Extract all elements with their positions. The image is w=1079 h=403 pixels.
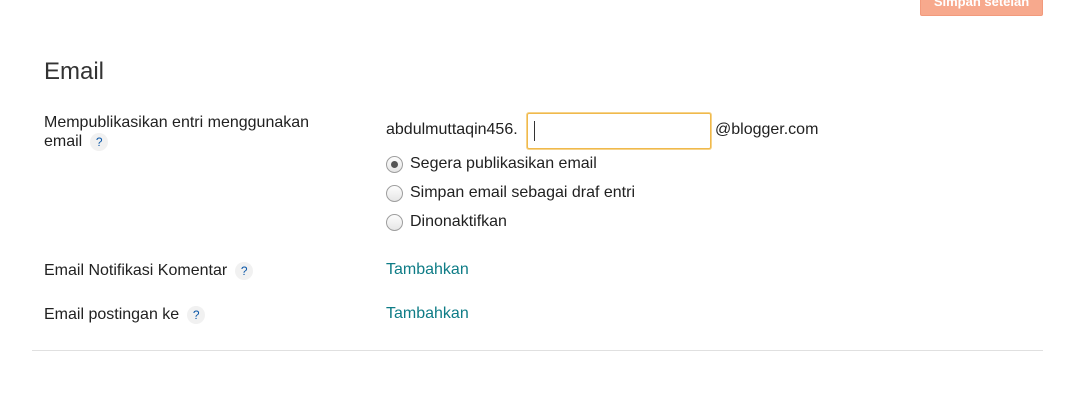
section-divider xyxy=(32,350,1043,351)
radio-save-as-draft[interactable]: Simpan email sebagai draf entri xyxy=(386,184,635,202)
post-by-email-label: Mempublikasikan entri menggunakan email? xyxy=(44,113,309,151)
help-icon[interactable]: ? xyxy=(187,305,206,324)
help-icon[interactable]: ? xyxy=(235,261,254,280)
post-by-email-label-line2-wrap: email? xyxy=(44,132,309,151)
radio-button[interactable] xyxy=(386,184,403,202)
radio-disabled[interactable]: Dinonaktifkan xyxy=(386,213,507,231)
radio-label: Simpan email sebagai draf entri xyxy=(410,184,636,201)
radio-label: Segera publikasikan email xyxy=(410,155,597,172)
text-caret xyxy=(534,121,535,141)
secret-email-input[interactable] xyxy=(527,113,711,149)
radio-button-checked[interactable] xyxy=(386,155,403,173)
post-by-email-label-line2: email xyxy=(44,133,83,150)
radio-label: Dinonaktifkan xyxy=(410,213,507,230)
email-prefix: abdulmuttaqin456. xyxy=(386,121,518,138)
radio-publish-immediately[interactable]: Segera publikasikan email xyxy=(386,155,597,173)
comment-notification-label-text: Email Notifikasi Komentar xyxy=(44,262,228,279)
section-title: Email xyxy=(44,58,105,85)
add-comment-notification-link[interactable]: Tambahkan xyxy=(386,261,469,279)
help-icon[interactable]: ? xyxy=(90,132,109,151)
email-post-to-label: Email postingan ke? xyxy=(44,305,206,324)
post-by-email-label-line1: Mempublikasikan entri menggunakan xyxy=(44,114,310,131)
email-domain: @blogger.com xyxy=(715,121,819,138)
save-settings-button[interactable]: Simpan setelan xyxy=(920,0,1043,16)
radio-button[interactable] xyxy=(386,213,403,231)
email-post-to-label-text: Email postingan ke xyxy=(44,306,180,323)
comment-notification-label: Email Notifikasi Komentar? xyxy=(44,261,254,280)
add-email-post-to-link[interactable]: Tambahkan xyxy=(386,305,469,323)
